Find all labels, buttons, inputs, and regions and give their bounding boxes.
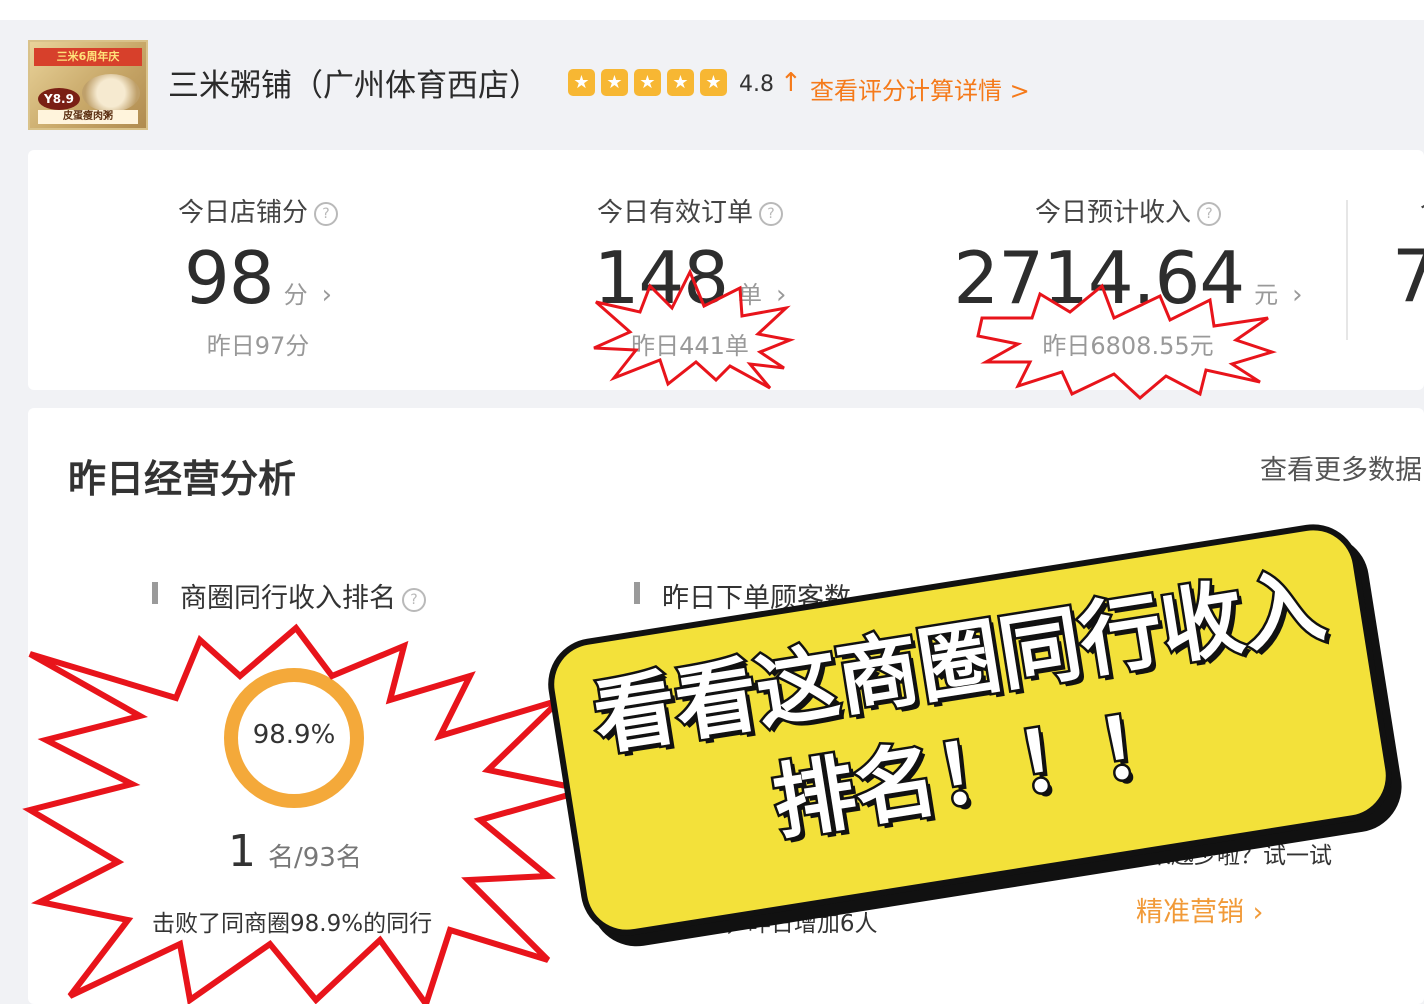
store-name: 三米粥铺（广州体育西店）: [168, 68, 540, 104]
stat-value-row: 148 单 ›: [510, 236, 870, 320]
help-icon[interactable]: ?: [1197, 201, 1221, 226]
chevron-right-icon: ›: [1244, 897, 1264, 928]
chevron-right-icon[interactable]: ›: [1292, 280, 1302, 310]
logo-caption: 皮蛋瘦肉粥: [38, 110, 138, 124]
stat-value-row: 2714.64 元 ›: [948, 236, 1308, 320]
stat-label: 今日店铺分: [177, 198, 308, 228]
stat-orders[interactable]: 今日有效订单? 148 单 › 昨日441单: [510, 150, 870, 390]
beat-text: 击败了同商圈98.9%的同行: [152, 911, 433, 937]
stat-cut-label: 今: [1420, 190, 1424, 227]
precision-marketing-label: 精准营销: [1136, 897, 1244, 928]
store-logo: 三米6周年庆 Y8.9 皮蛋瘦肉粥: [28, 40, 148, 130]
logo-band: 三米6周年庆: [34, 48, 142, 66]
star-icon: ★: [601, 69, 628, 96]
section-bar: [152, 582, 158, 604]
rating-value: 4.8: [739, 72, 774, 97]
stat-unit: 分: [283, 281, 308, 309]
stat-divider: [1346, 200, 1348, 340]
stat-label: 今日有效订单: [596, 198, 753, 228]
rank-number: 1: [228, 826, 256, 877]
stat-label: 今日预计收入: [1034, 198, 1191, 228]
help-icon[interactable]: ?: [314, 201, 338, 226]
help-icon[interactable]: ?: [402, 587, 426, 612]
star-icon: ★: [667, 69, 694, 96]
stat-value: 148: [593, 236, 729, 320]
rating-details-link[interactable]: 查看评分计算详情 >: [810, 71, 1030, 106]
chevron-right-icon[interactable]: ›: [776, 280, 786, 310]
rating-stars: ★ ★ ★ ★ ★: [568, 69, 727, 96]
today-stats-card: 今日店铺分? 98 分 › 昨日97分 今日有效订单? 148 单 › 昨日441单 今…: [28, 150, 1424, 390]
stat-yesterday: 昨日441单: [631, 332, 749, 360]
help-icon[interactable]: ?: [759, 201, 783, 226]
stat-value: 2714.64: [953, 236, 1245, 320]
stat-shop-score[interactable]: 今日店铺分? 98 分 › 昨日97分: [78, 150, 438, 390]
arrow-up-icon: ↑: [780, 68, 802, 98]
stat-cut-value[interactable]: 7: [1392, 234, 1424, 318]
stat-value-row: 98 分 ›: [78, 236, 438, 320]
star-icon: ★: [634, 69, 661, 96]
logo-price: Y8.9: [38, 88, 80, 110]
top-strip: [0, 0, 1424, 20]
stat-unit: 单: [738, 281, 763, 309]
stat-yesterday: 昨日97分: [206, 332, 310, 360]
ranking-title-text: 商圈同行收入排名: [180, 583, 396, 614]
stat-revenue-label-row: 今日预计收入?: [948, 192, 1308, 229]
stat-shop-score-label-row: 今日店铺分?: [78, 192, 438, 229]
logo-bowl-image: [82, 74, 140, 112]
section-bar: [634, 582, 640, 604]
store-header: 三米6周年庆 Y8.9 皮蛋瘦肉粥 三米粥铺（广州体育西店） ★ ★ ★ ★ ★…: [28, 38, 1424, 138]
ranking-title: 商圈同行收入排名?: [152, 576, 426, 615]
star-icon: ★: [700, 69, 727, 96]
precision-marketing-link[interactable]: 精准营销 ›: [1136, 890, 1263, 929]
stat-value: 98: [183, 236, 275, 320]
stat-orders-label-row: 今日有效订单?: [510, 192, 870, 229]
ranking-percent: 98.9%: [252, 720, 336, 750]
stat-unit: 元: [1254, 281, 1279, 309]
chevron-right-icon[interactable]: ›: [322, 280, 332, 310]
star-icon: ★: [568, 69, 595, 96]
stat-yesterday: 昨日6808.55元: [1042, 332, 1214, 360]
rank-row: 1 名/93名: [228, 826, 362, 877]
stat-revenue[interactable]: 今日预计收入? 2714.64 元 › 昨日6808.55元: [948, 150, 1308, 390]
analysis-title: 昨日经营分析: [68, 457, 297, 501]
rank-total: 名/93名: [268, 843, 362, 873]
view-more-data-link[interactable]: 查看更多数据: [1260, 448, 1422, 487]
